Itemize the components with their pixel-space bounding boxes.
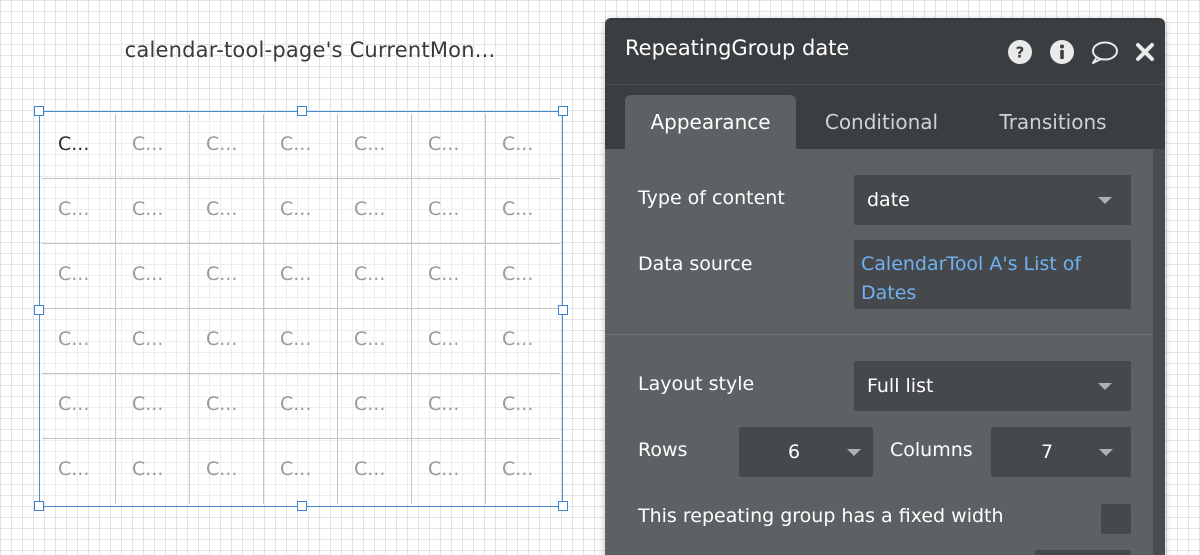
- repeating-group-cell[interactable]: C...: [486, 244, 560, 309]
- type-of-content-value: date: [867, 189, 910, 211]
- property-editor-panel: RepeatingGroup date ? Appearance Conditi…: [605, 18, 1165, 555]
- repeating-group-cell[interactable]: C...: [486, 179, 560, 244]
- repeating-group-cell[interactable]: C...: [116, 179, 190, 244]
- repeating-group-cell[interactable]: C...: [42, 244, 116, 309]
- chevron-down-icon: [1098, 197, 1112, 204]
- panel-header: RepeatingGroup date ?: [605, 18, 1165, 84]
- repeating-group-cell[interactable]: C...: [116, 114, 190, 179]
- comment-icon[interactable]: [1089, 40, 1119, 64]
- repeating-group-cell[interactable]: C...: [264, 179, 338, 244]
- columns-dropdown[interactable]: 7: [991, 427, 1131, 477]
- repeating-group-cell[interactable]: C...: [190, 179, 264, 244]
- resize-handle-top-center[interactable]: [297, 106, 307, 116]
- repeating-group-cell[interactable]: C...: [486, 309, 560, 374]
- repeating-group-cell[interactable]: C...: [264, 309, 338, 374]
- tab-conditional[interactable]: Conditional: [805, 95, 958, 150]
- resize-handle-bottom-center[interactable]: [297, 501, 307, 511]
- resize-handle-top-right[interactable]: [558, 106, 568, 116]
- repeating-group-cell[interactable]: C...: [486, 439, 560, 504]
- repeating-group-cell[interactable]: C...: [338, 309, 412, 374]
- resize-handle-middle-right[interactable]: [558, 305, 568, 315]
- chevron-down-icon: [847, 449, 861, 456]
- repeating-group-cell[interactable]: C...: [412, 179, 486, 244]
- group-title: calendar-tool-page's CurrentMon...: [124, 38, 496, 62]
- resize-handle-bottom-right[interactable]: [558, 501, 568, 511]
- columns-value: 7: [1040, 441, 1054, 463]
- next-field[interactable]: [1035, 550, 1131, 555]
- repeating-group-cell[interactable]: C...: [264, 244, 338, 309]
- section-divider: [605, 334, 1153, 335]
- rows-value: 6: [787, 441, 801, 463]
- panel-tabs: Appearance Conditional Transitions: [605, 84, 1165, 150]
- repeating-group-cell[interactable]: C...: [42, 309, 116, 374]
- repeating-group-cells: C... C... C... C... C... C... C... C... C... C...…: [42, 114, 560, 504]
- tab-transitions[interactable]: Transitions: [980, 95, 1126, 150]
- repeating-group-cell[interactable]: C...: [338, 244, 412, 309]
- data-source-expression[interactable]: CalendarTool A's List of Dates: [854, 240, 1131, 309]
- data-source-label: Data source: [638, 253, 753, 275]
- tab-appearance[interactable]: Appearance: [625, 95, 796, 150]
- repeating-group-cell[interactable]: C...: [412, 114, 486, 179]
- repeating-group-cell[interactable]: C...: [116, 309, 190, 374]
- columns-label: Columns: [890, 439, 973, 461]
- repeating-group-cell[interactable]: C...: [486, 114, 560, 179]
- repeating-group-cell[interactable]: C...: [190, 439, 264, 504]
- repeating-group-cell[interactable]: C...: [190, 309, 264, 374]
- type-of-content-label: Type of content: [638, 187, 785, 209]
- help-icon[interactable]: ?: [1008, 40, 1032, 64]
- repeating-group-date[interactable]: C... C... C... C... C... C... C... C... C... C...…: [39, 111, 563, 507]
- chevron-down-icon: [1098, 383, 1112, 390]
- repeating-group-cell[interactable]: C...: [190, 244, 264, 309]
- repeating-group-cell[interactable]: C...: [42, 179, 116, 244]
- layout-style-value: Full list: [867, 375, 934, 397]
- panel-scrollbar[interactable]: [1153, 149, 1165, 555]
- repeating-group-cell[interactable]: C...: [264, 439, 338, 504]
- repeating-group-cell[interactable]: C...: [190, 374, 264, 439]
- layout-style-label: Layout style: [638, 373, 755, 395]
- layout-style-dropdown[interactable]: Full list: [854, 361, 1131, 411]
- resize-handle-middle-left[interactable]: [34, 305, 44, 315]
- svg-text:?: ?: [1016, 44, 1025, 62]
- repeating-group-cell[interactable]: C...: [116, 439, 190, 504]
- rows-dropdown[interactable]: 6: [739, 427, 873, 477]
- repeating-group-cell[interactable]: C...: [42, 439, 116, 504]
- repeating-group-cell[interactable]: C...: [42, 374, 116, 439]
- repeating-group-cell[interactable]: C...: [486, 374, 560, 439]
- fixed-width-checkbox[interactable]: [1101, 504, 1131, 534]
- resize-handle-bottom-left[interactable]: [34, 501, 44, 511]
- chevron-down-icon: [1099, 449, 1113, 456]
- repeating-group-cell[interactable]: C...: [338, 114, 412, 179]
- type-of-content-dropdown[interactable]: date: [854, 175, 1131, 225]
- fixed-width-label: This repeating group has a fixed width: [638, 505, 1004, 527]
- repeating-group-cell[interactable]: C...: [338, 179, 412, 244]
- repeating-group-cell[interactable]: C...: [264, 374, 338, 439]
- repeating-group-cell[interactable]: C...: [116, 374, 190, 439]
- repeating-group-cell[interactable]: C...: [264, 114, 338, 179]
- repeating-group-cell[interactable]: C...: [412, 439, 486, 504]
- info-icon[interactable]: [1050, 40, 1074, 64]
- repeating-group-cell[interactable]: C...: [338, 439, 412, 504]
- repeating-group-cell[interactable]: C...: [412, 374, 486, 439]
- resize-handle-top-left[interactable]: [34, 106, 44, 116]
- repeating-group-cell[interactable]: C...: [412, 309, 486, 374]
- repeating-group-cell[interactable]: C...: [116, 244, 190, 309]
- repeating-group-cell[interactable]: C...: [190, 114, 264, 179]
- close-icon[interactable]: [1133, 40, 1157, 64]
- repeating-group-cell[interactable]: C...: [42, 114, 116, 179]
- panel-title: RepeatingGroup date: [625, 36, 850, 60]
- repeating-group-cell[interactable]: C...: [412, 244, 486, 309]
- rows-label: Rows: [638, 439, 688, 461]
- repeating-group-cell[interactable]: C...: [338, 374, 412, 439]
